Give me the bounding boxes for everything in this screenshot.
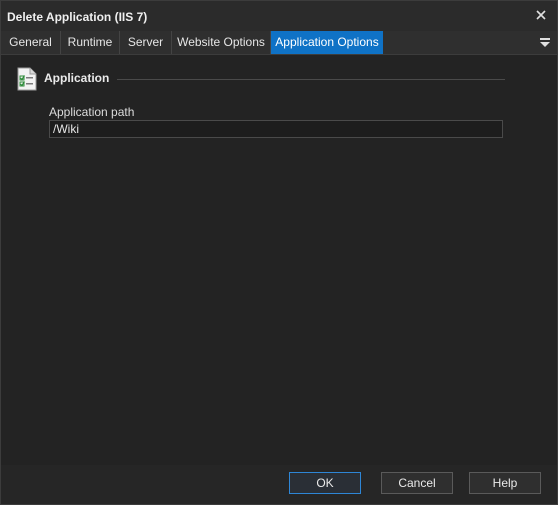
- dialog-window: Delete Application (IIS 7) General Runti…: [0, 0, 558, 505]
- tab-content: Application Application path: [1, 55, 557, 465]
- tab-runtime[interactable]: Runtime: [61, 31, 120, 54]
- tab-application-options[interactable]: Application Options: [271, 31, 383, 54]
- close-icon[interactable]: [533, 7, 549, 23]
- tab-menu-icon[interactable]: [539, 36, 551, 48]
- tab-general[interactable]: General: [1, 31, 61, 54]
- title-bar: Delete Application (IIS 7): [1, 1, 557, 31]
- tab-strip: General Runtime Server Website Options A…: [1, 31, 557, 55]
- checklist-document-icon: [16, 67, 38, 94]
- tab-server[interactable]: Server: [120, 31, 172, 54]
- window-title: Delete Application (IIS 7): [7, 10, 148, 24]
- ok-button[interactable]: OK: [289, 472, 361, 494]
- application-path-label: Application path: [49, 105, 135, 119]
- help-button[interactable]: Help: [469, 472, 541, 494]
- cancel-button[interactable]: Cancel: [381, 472, 453, 494]
- group-title: Application: [44, 71, 110, 85]
- tab-website-options[interactable]: Website Options: [172, 31, 271, 54]
- group-divider: [117, 79, 505, 80]
- application-path-input[interactable]: [49, 120, 503, 138]
